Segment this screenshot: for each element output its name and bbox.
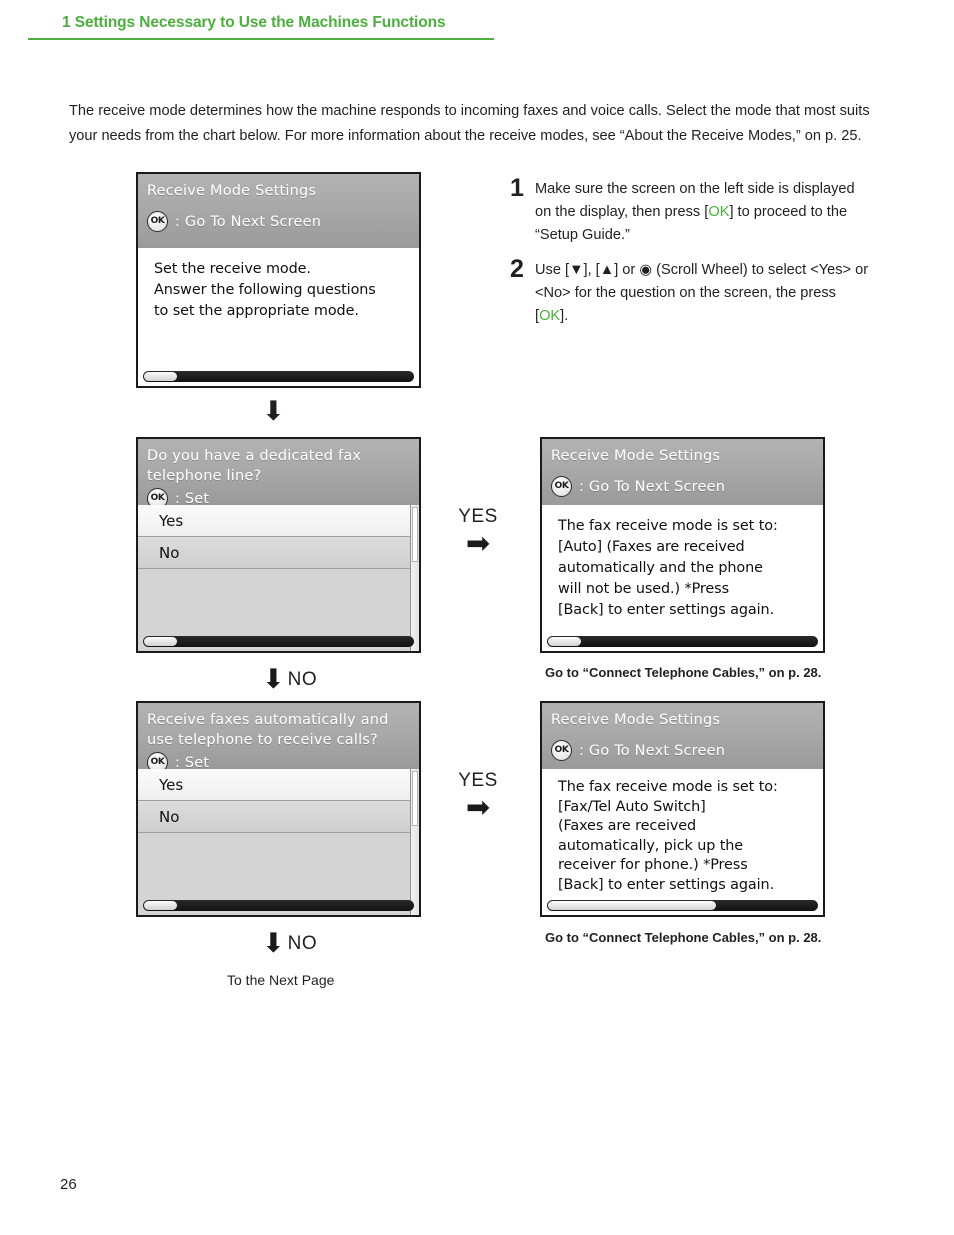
lcd-header-question-2: Receive faxes automatically and use tele… <box>138 703 419 773</box>
option-label: No <box>159 543 180 562</box>
ok-keyword: OK <box>708 204 730 220</box>
arrow-right-icon: ➡ <box>465 790 491 824</box>
scrollbar-thumb[interactable] <box>144 901 177 910</box>
no-label: NO <box>287 932 318 954</box>
ok-hint-row: OK : Go To Next Screen <box>551 476 814 497</box>
ok-hint-label: : Go To Next Screen <box>175 213 322 230</box>
step-1-number: 1 <box>510 174 524 202</box>
lcd-screen-question-2: Receive faxes automatically and use tele… <box>136 701 421 917</box>
flow-branch-no-1: ⬇ NO <box>262 666 317 693</box>
ok-hint-row: OK : Go To Next Screen <box>551 740 814 761</box>
lcd-screen-result-faxtel: Receive Mode Settings OK : Go To Next Sc… <box>540 701 825 917</box>
caption-result-auto: Go to “Connect Telephone Cables,” on p. … <box>545 665 822 680</box>
lcd-header-result-faxtel: Receive Mode Settings OK : Go To Next Sc… <box>542 703 823 769</box>
arrow-down-icon: ⬇ <box>262 928 285 959</box>
lcd-message: Set the receive mode. Answer the followi… <box>154 261 376 319</box>
step-2-text: Use [▼], [▲] or ◉ (Scroll Wheel) to sele… <box>535 262 869 324</box>
arrow-down-icon: ⬇ <box>262 664 285 695</box>
scroll-wheel-icon: ◉ <box>639 262 653 278</box>
page-number: 26 <box>60 1176 77 1193</box>
yes-label: YES <box>458 770 498 791</box>
ok-button-icon: OK <box>551 740 572 761</box>
next-page-note: To the Next Page <box>227 972 335 988</box>
scrollbar-thumb[interactable] <box>144 372 177 381</box>
lcd-body-intro: Set the receive mode. Answer the followi… <box>138 248 419 386</box>
ok-hint-label: : Go To Next Screen <box>579 742 726 759</box>
horizontal-scrollbar[interactable] <box>143 636 414 647</box>
ok-button-icon: OK <box>551 476 572 497</box>
lcd-body-result-faxtel: The fax receive mode is set to: [Fax/Tel… <box>542 769 823 915</box>
lcd-message: The fax receive mode is set to: [Auto] (… <box>558 518 778 618</box>
chapter-title: 1 Settings Necessary to Use the Machines… <box>62 14 446 31</box>
list-item-no[interactable]: No <box>138 537 419 569</box>
vertical-scrollbar[interactable] <box>410 769 419 915</box>
no-label: NO <box>287 668 318 690</box>
option-label: Yes <box>159 775 184 794</box>
down-arrow-icon: ▼ <box>569 262 584 278</box>
lcd-body-result-auto: The fax receive mode is set to: [Auto] (… <box>542 505 823 651</box>
arrow-down-icon: ⬇ <box>262 396 285 427</box>
ok-button-icon: OK <box>147 211 168 232</box>
flow-arrow-down-1: ⬇ <box>262 398 285 425</box>
horizontal-scrollbar[interactable] <box>547 636 818 647</box>
option-label: Yes <box>159 511 184 530</box>
caption-result-faxtel: Go to “Connect Telephone Cables,” on p. … <box>545 930 822 945</box>
scrollbar-thumb[interactable] <box>412 507 418 563</box>
lcd-title: Receive Mode Settings <box>551 712 721 728</box>
ok-keyword: OK <box>539 308 561 324</box>
intro-paragraph: The receive mode determines how the mach… <box>69 102 870 144</box>
list-item-no[interactable]: No <box>138 801 419 833</box>
lcd-option-list-1: Yes No <box>138 505 419 651</box>
scrollbar-thumb[interactable] <box>144 637 177 646</box>
option-label: No <box>159 807 180 826</box>
lcd-header-result-auto: Receive Mode Settings OK : Go To Next Sc… <box>542 439 823 505</box>
lcd-screen-result-auto: Receive Mode Settings OK : Go To Next Sc… <box>540 437 825 653</box>
yes-label: YES <box>458 506 498 527</box>
up-arrow-icon: ▲ <box>599 262 615 278</box>
lcd-screen-intro: Receive Mode Settings OK : Go To Next Sc… <box>136 172 421 388</box>
horizontal-scrollbar[interactable] <box>547 900 818 911</box>
ok-hint-label: : Go To Next Screen <box>579 478 726 495</box>
arrow-right-icon: ➡ <box>465 526 491 560</box>
scrollbar-thumb[interactable] <box>412 771 418 827</box>
horizontal-scrollbar[interactable] <box>143 900 414 911</box>
lcd-screen-question-1: Do you have a dedicated fax telephone li… <box>136 437 421 653</box>
lcd-header-intro: Receive Mode Settings OK : Go To Next Sc… <box>138 174 419 248</box>
list-item-yes[interactable]: Yes <box>138 505 419 537</box>
lcd-title: Receive faxes automatically and use tele… <box>147 712 389 748</box>
step-2-number: 2 <box>510 255 524 283</box>
scrollbar-thumb[interactable] <box>548 901 717 910</box>
vertical-scrollbar[interactable] <box>410 505 419 651</box>
step-1: 1 Make sure the screen on the left side … <box>510 175 870 247</box>
horizontal-scrollbar[interactable] <box>143 371 414 382</box>
scrollbar-thumb[interactable] <box>548 637 581 646</box>
step-2: 2 Use [▼], [▲] or ◉ (Scroll Wheel) to se… <box>510 256 870 328</box>
page-header: 1 Settings Necessary to Use the Machines… <box>28 14 494 40</box>
lcd-title: Receive Mode Settings <box>551 448 721 464</box>
ok-hint-row: OK : Go To Next Screen <box>147 211 410 232</box>
lcd-title: Receive Mode Settings <box>147 183 317 199</box>
lcd-title: Do you have a dedicated fax telephone li… <box>147 448 362 484</box>
flow-branch-no-2: ⬇ NO <box>262 930 317 957</box>
flow-branch-yes-2: YES ➡ <box>443 770 513 824</box>
lcd-header-question-1: Do you have a dedicated fax telephone li… <box>138 439 419 509</box>
list-item-yes[interactable]: Yes <box>138 769 419 801</box>
step-1-text: Make sure the screen on the left side is… <box>535 181 855 243</box>
lcd-message: The fax receive mode is set to: [Fax/Tel… <box>558 779 778 893</box>
flow-branch-yes-1: YES ➡ <box>443 506 513 560</box>
lcd-option-list-2: Yes No <box>138 769 419 915</box>
